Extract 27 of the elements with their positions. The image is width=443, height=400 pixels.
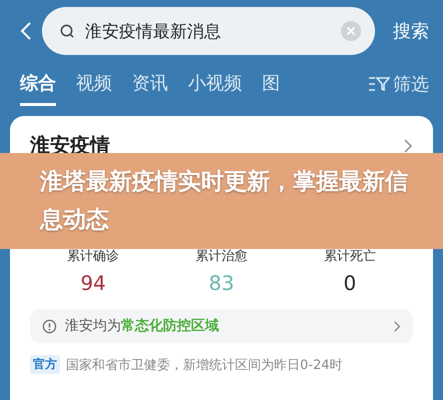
tab[interactable]: 小视频 xyxy=(188,70,242,106)
tab[interactable]: 图 xyxy=(262,70,280,106)
tab[interactable]: 资讯 xyxy=(132,70,168,106)
tab[interactable]: 综合 xyxy=(20,70,56,106)
notice-bar[interactable]: 淮安均为常态化防控区域 xyxy=(30,309,413,343)
tab[interactable]: 视频 xyxy=(76,70,112,106)
search-text: 淮安疫情最新消息 xyxy=(85,20,222,42)
stat-value: 83 xyxy=(208,271,234,295)
stat-label: 累计死亡 xyxy=(324,248,376,265)
back-icon[interactable] xyxy=(20,21,32,41)
info-icon xyxy=(42,318,57,334)
chevron-right-icon[interactable] xyxy=(403,138,413,154)
chevron-right-icon xyxy=(393,320,401,332)
source-badge: 官方 xyxy=(30,355,60,374)
source-text: 国家和省市卫健委，新增统计区间为昨日0-24时 xyxy=(66,356,343,374)
search-button[interactable]: 搜索 xyxy=(393,19,429,43)
filter-button[interactable]: 筛选 xyxy=(368,72,429,104)
clear-icon[interactable] xyxy=(341,21,361,41)
stat-label: 累计确诊 xyxy=(67,248,120,265)
filter-icon xyxy=(368,76,390,92)
notice-text: 淮安均为常态化防控区域 xyxy=(65,317,220,335)
search-icon xyxy=(60,24,75,38)
banner-title: 淮塔最新疫情实时更新，掌握最新信息动态 xyxy=(40,168,409,235)
search-field[interactable]: 淮安疫情最新消息 xyxy=(42,7,375,55)
stat-label: 累计治愈 xyxy=(196,248,248,265)
stat-value: 0 xyxy=(343,271,356,295)
stat-value: 94 xyxy=(80,271,106,295)
